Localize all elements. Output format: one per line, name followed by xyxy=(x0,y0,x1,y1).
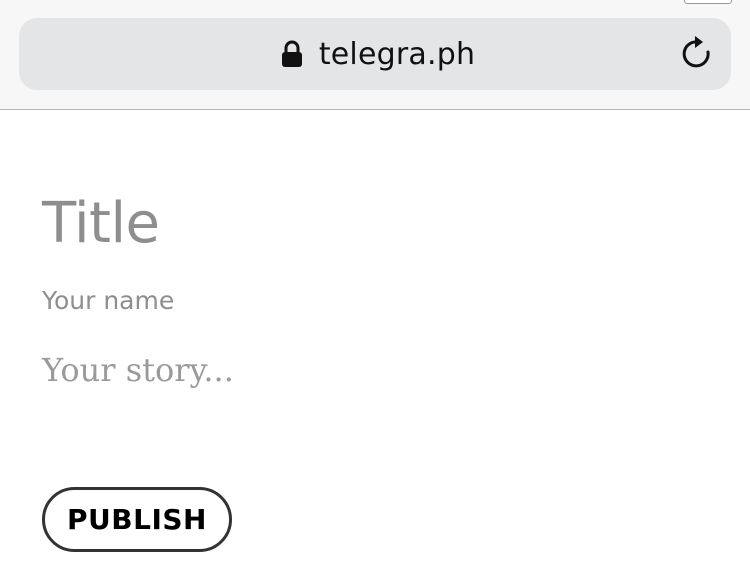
publish-button[interactable]: PUBLISH xyxy=(42,487,232,552)
url-text[interactable]: telegra.ph xyxy=(319,37,475,72)
lock-icon xyxy=(281,40,302,67)
title-input[interactable]: Title xyxy=(42,196,160,252)
author-name-input[interactable]: Your name xyxy=(42,288,174,313)
address-bar[interactable]: telegra.ph xyxy=(19,18,731,90)
story-body-input[interactable]: Your story... xyxy=(42,354,234,386)
reload-icon[interactable] xyxy=(681,35,715,73)
url-display[interactable]: telegra.ph xyxy=(281,37,475,72)
status-bar-indicator xyxy=(684,0,732,4)
browser-chrome: telegra.ph xyxy=(0,0,750,110)
